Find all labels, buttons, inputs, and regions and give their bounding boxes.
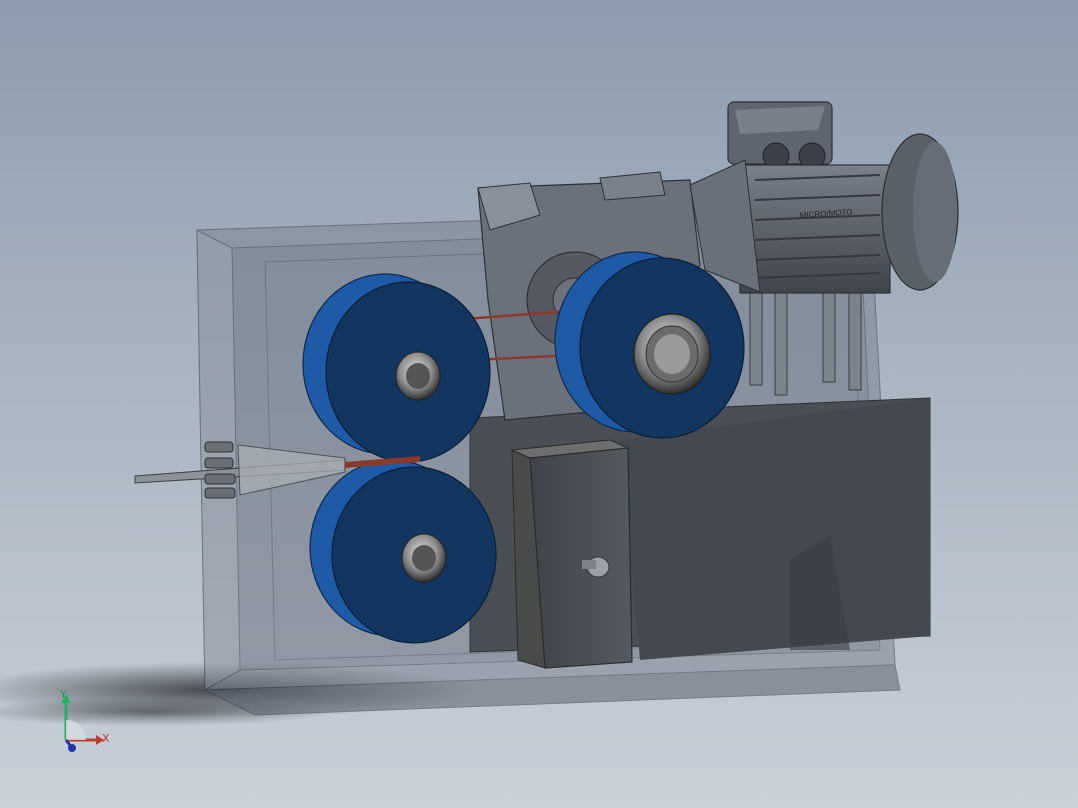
model-canvas[interactable]: MICRO/MOTO X Y [0, 0, 1078, 808]
y-axis-label: Y [59, 688, 67, 701]
cad-viewport[interactable]: MICRO/MOTO X Y [0, 0, 1078, 808]
x-axis-label: X [102, 732, 110, 745]
electric-motor[interactable]: MICRO/MOTO [689, 101, 959, 294]
roller-upper-right[interactable] [554, 251, 745, 439]
clamp-block[interactable] [510, 439, 633, 669]
